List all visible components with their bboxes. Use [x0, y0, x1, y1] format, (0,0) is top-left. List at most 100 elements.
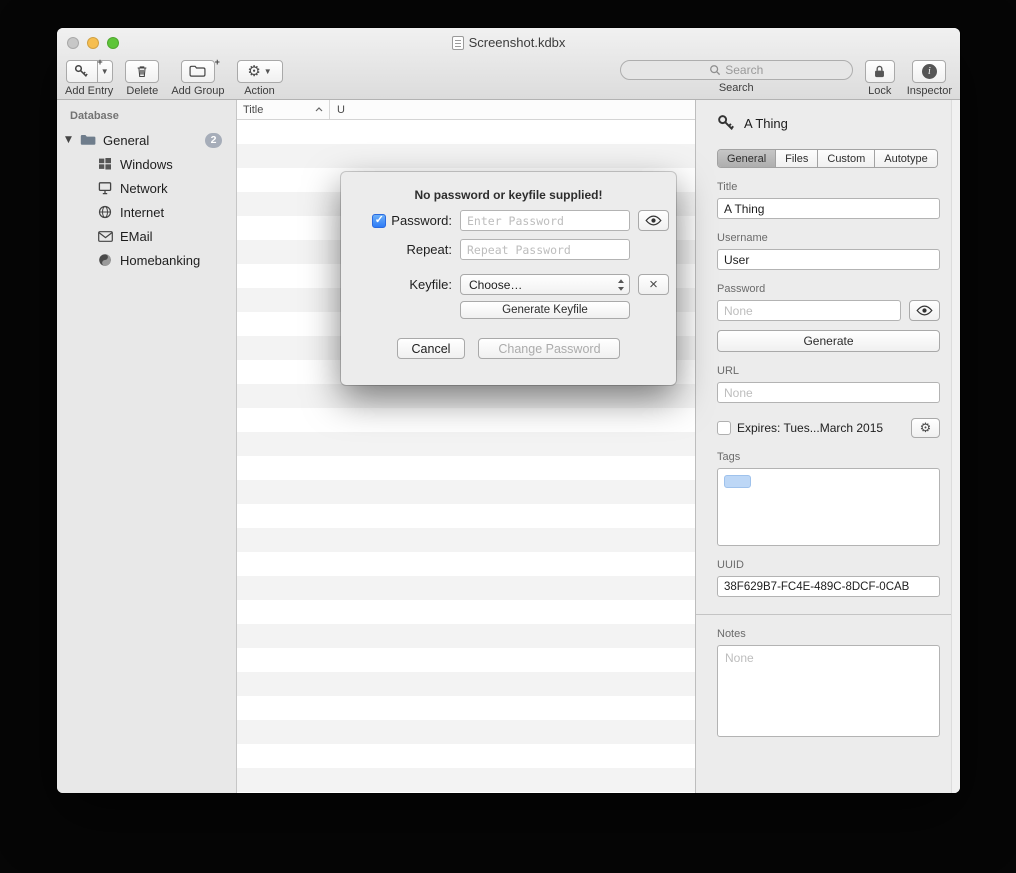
sidebar: Database ▼ General 2 Windows Network: [57, 100, 237, 793]
table-header: Title U: [237, 100, 695, 120]
dialog-reveal-password-button[interactable]: [638, 210, 669, 231]
keyfile-popup-value: Choose…: [469, 278, 522, 292]
add-group-label: Add Group: [171, 85, 224, 97]
notes-label: Notes: [717, 628, 940, 640]
expires-label: Expires: Tues...March 2015: [737, 421, 883, 435]
password-checkbox[interactable]: ✓: [372, 214, 386, 228]
expires-settings-button[interactable]: ⚙: [911, 418, 940, 438]
title-field[interactable]: [717, 198, 940, 219]
url-field-label: URL: [717, 365, 940, 377]
lock-button[interactable]: [865, 60, 895, 83]
toolbar-inspector: i Inspector: [907, 60, 952, 97]
dialog-password-label: Password:: [391, 213, 452, 228]
window-title: Screenshot.kdbx: [469, 35, 566, 50]
sidebar-item-windows[interactable]: Windows: [57, 152, 236, 176]
add-entry-label: Add Entry: [65, 85, 113, 97]
sort-ascending-icon: [315, 107, 323, 112]
sidebar-item-internet[interactable]: Internet: [57, 200, 236, 224]
column-username-label: U: [337, 104, 345, 116]
inspector-label: Inspector: [907, 85, 952, 97]
keyfile-popup-button[interactable]: Choose…: [460, 274, 630, 295]
tags-label: Tags: [717, 451, 940, 463]
column-header-username[interactable]: U: [330, 100, 352, 119]
titlebar[interactable]: Screenshot.kdbx: [57, 28, 960, 57]
key-icon: [717, 114, 735, 132]
window-chrome: Screenshot.kdbx + ▼ Add Entry: [57, 28, 960, 100]
uuid-field[interactable]: [717, 576, 940, 597]
eye-icon: [916, 305, 933, 316]
gear-icon: ⚙: [247, 64, 260, 79]
reveal-password-button[interactable]: [909, 300, 940, 321]
plus-badge-icon: +: [215, 57, 220, 67]
sidebar-group-label: General: [103, 133, 149, 148]
tab-custom[interactable]: Custom: [818, 150, 875, 167]
change-password-button[interactable]: Change Password: [478, 338, 620, 359]
search-placeholder: Search: [725, 63, 763, 77]
envelope-icon: [97, 231, 113, 242]
sidebar-item-email[interactable]: EMail: [57, 224, 236, 248]
expires-row: Expires: Tues...March 2015 ⚙: [717, 418, 940, 438]
tab-autotype[interactable]: Autotype: [875, 150, 936, 167]
url-field[interactable]: [717, 382, 940, 403]
generate-password-button[interactable]: Generate: [717, 330, 940, 352]
toolbar-add-entry: + ▼ Add Entry: [65, 60, 113, 97]
toolbar-lock: Lock: [865, 60, 895, 97]
globe-icon: [97, 205, 113, 219]
notes-field[interactable]: None: [717, 645, 940, 737]
delete-button[interactable]: [125, 60, 159, 83]
add-entry-button[interactable]: +: [66, 60, 98, 83]
cancel-button[interactable]: Cancel: [397, 338, 466, 359]
dialog-message: No password or keyfile supplied!: [341, 188, 676, 202]
windows-icon: [97, 157, 113, 171]
zoom-window-button[interactable]: [107, 37, 119, 49]
popup-stepper-icon: [617, 278, 625, 292]
tab-general[interactable]: General: [718, 150, 776, 167]
password-field-label: Password: [717, 283, 940, 295]
clear-keyfile-button[interactable]: ×: [638, 274, 669, 295]
key-plus-icon: [74, 64, 89, 79]
sidebar-item-label: Network: [120, 181, 168, 196]
tab-files[interactable]: Files: [776, 150, 818, 167]
inspector-tabs: General Files Custom Autotype: [717, 149, 938, 168]
column-header-title[interactable]: Title: [237, 100, 330, 119]
inspector-panel: A Thing General Files Custom Autotype Ti…: [695, 100, 960, 793]
password-field[interactable]: [717, 300, 901, 321]
toolbar-search: Search Search: [620, 60, 853, 94]
title-field-label: Title: [717, 181, 940, 193]
sidebar-item-label: Windows: [120, 157, 173, 172]
plus-badge-icon: +: [97, 57, 102, 67]
disclosure-triangle-icon[interactable]: ▼: [65, 135, 78, 145]
main-content: Database ▼ General 2 Windows Network: [57, 100, 960, 793]
username-field[interactable]: [717, 249, 940, 270]
minimize-window-button[interactable]: [87, 37, 99, 49]
sidebar-item-label: EMail: [120, 229, 153, 244]
dialog-repeat-input[interactable]: [460, 239, 630, 260]
sidebar-item-network[interactable]: Network: [57, 176, 236, 200]
close-window-button[interactable]: [67, 37, 79, 49]
tags-field[interactable]: [717, 468, 940, 546]
column-title-label: Title: [243, 104, 263, 116]
trash-icon: [135, 64, 149, 79]
search-input[interactable]: Search: [620, 60, 853, 80]
add-group-button[interactable]: +: [181, 60, 215, 83]
inspector-scrollbar[interactable]: [951, 100, 960, 793]
coin-icon: [97, 253, 113, 267]
action-button[interactable]: ⚙ ▼: [237, 60, 283, 83]
lock-label: Lock: [868, 85, 891, 97]
inspector-button[interactable]: i: [912, 60, 946, 83]
padlock-icon: [873, 64, 886, 79]
dialog-password-input[interactable]: [460, 210, 630, 231]
sidebar-item-homebanking[interactable]: Homebanking: [57, 248, 236, 272]
entry-count-badge: 2: [205, 133, 222, 148]
sidebar-group-general[interactable]: ▼ General 2: [57, 128, 236, 152]
dialog-repeat-label: Repeat:: [348, 242, 452, 257]
generate-keyfile-button[interactable]: Generate Keyfile: [460, 301, 630, 319]
expires-checkbox[interactable]: [717, 421, 731, 435]
network-icon: [97, 181, 113, 195]
tag-chip[interactable]: [724, 475, 751, 488]
document-proxy-icon[interactable]: [452, 36, 464, 50]
dialog-keyfile-label: Keyfile:: [348, 277, 452, 292]
app-window: Screenshot.kdbx + ▼ Add Entry: [57, 28, 960, 793]
delete-label: Delete: [126, 85, 158, 97]
toolbar: + ▼ Add Entry Delete: [57, 57, 960, 99]
